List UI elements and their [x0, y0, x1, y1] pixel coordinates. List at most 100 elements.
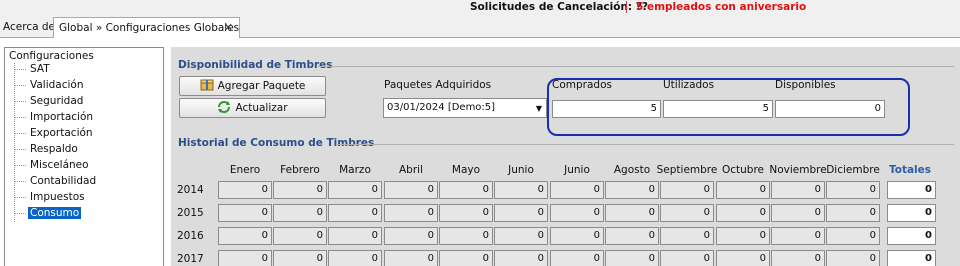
refresh-button[interactable]: Actualizar [179, 98, 326, 118]
month-value-cell: 0 [826, 181, 880, 199]
main-content: Configuraciones SAT Validación Seguridad Im… [0, 38, 960, 266]
tree-item-label: Contabilidad [30, 175, 97, 187]
tree-root[interactable]: Configuraciones [9, 50, 94, 62]
year-label: 2017 [177, 253, 204, 265]
month-value-cell: 0 [660, 204, 714, 222]
cancellation-requests-label[interactable]: Solicitudes de Cancelación: ?? [470, 1, 648, 13]
tree-item-5[interactable]: Respaldo [15, 143, 80, 156]
year-label: 2016 [177, 230, 204, 242]
month-value-cell: 0 [439, 227, 493, 245]
month-value-cell: 0 [218, 204, 272, 222]
tree-item-label: Impuestos [30, 191, 85, 203]
tab-acerca-de[interactable]: Acerca de [3, 21, 55, 33]
month-value-cell: 0 [550, 204, 604, 222]
section-divider [337, 144, 954, 145]
total-cell: 0 [887, 250, 936, 266]
paquetes-label: Paquetes Adquiridos [384, 79, 492, 91]
month-value-cell: 0 [605, 204, 659, 222]
month-header: Diciembre [826, 164, 880, 176]
tree-branch [15, 212, 26, 214]
tree-item-label: Seguridad [30, 95, 84, 107]
month-value-cell: 0 [771, 181, 825, 199]
month-value-cell: 0 [716, 204, 770, 222]
month-value-cell: 0 [494, 250, 548, 266]
tree-item-6[interactable]: Misceláneo [15, 159, 91, 172]
month-value-cell: 0 [494, 181, 548, 199]
tree-branch [15, 68, 26, 70]
settings-panel: Disponibilidad de Timbres Agregar Paquet… [171, 47, 960, 266]
disponibilidad-title: Disponibilidad de Timbres [178, 59, 333, 71]
month-value-cell: 0 [826, 227, 880, 245]
tree-item-0[interactable]: SAT [15, 63, 52, 76]
refresh-icon [217, 101, 231, 113]
tab-strip: Acerca de Global » Configuraciones Globa… [0, 16, 960, 39]
month-value-cell: 0 [771, 204, 825, 222]
anniversary-notice[interactable]: 5 empleados con aniversario [636, 1, 806, 13]
tree-branch [15, 132, 26, 134]
total-cell: 0 [887, 204, 936, 222]
tree-branch [15, 116, 26, 118]
historial-title: Historial de Consumo de Timbres [178, 137, 375, 149]
month-value-cell: 0 [605, 181, 659, 199]
month-value-cell: 0 [218, 250, 272, 266]
month-value-cell: 0 [273, 250, 327, 266]
tree-item-3[interactable]: Importación [15, 111, 95, 124]
month-value-cell: 0 [273, 204, 327, 222]
status-bar: Solicitudes de Cancelación: ?? 5 emplead… [0, 0, 960, 15]
year-label: 2015 [177, 207, 204, 219]
month-value-cell: 0 [439, 204, 493, 222]
section-divider [318, 66, 954, 67]
tree-branch [15, 180, 26, 182]
month-value-cell: 0 [716, 250, 770, 266]
tree-item-label: Exportación [30, 127, 93, 139]
tree-item-label: SAT [30, 63, 50, 75]
month-value-cell: 0 [716, 227, 770, 245]
paquete-select[interactable]: 03/01/2024 [Demo:5] ▼ [383, 98, 547, 118]
tab-configuraciones-globales[interactable]: Global » Configuraciones Globales ✕ [53, 17, 240, 39]
month-value-cell: 0 [384, 204, 438, 222]
month-value-cell: 0 [328, 181, 382, 199]
month-value-cell: 0 [660, 250, 714, 266]
tree-branch [15, 100, 26, 102]
month-value-cell: 0 [384, 227, 438, 245]
tree-item-7[interactable]: Contabilidad [15, 175, 98, 188]
refresh-label: Actualizar [235, 102, 288, 114]
month-value-cell: 0 [218, 181, 272, 199]
total-cell: 0 [887, 181, 936, 199]
availability-highlight [547, 78, 910, 136]
month-value-cell: 0 [328, 250, 382, 266]
total-cell: 0 [887, 227, 936, 245]
month-value-cell: 0 [328, 227, 382, 245]
month-value-cell: 0 [605, 250, 659, 266]
tree-branch [15, 164, 26, 166]
tree-item-label: Importación [30, 111, 94, 123]
month-value-cell: 0 [384, 250, 438, 266]
tree-item-9[interactable]: Consumo [15, 207, 82, 220]
month-value-cell: 0 [771, 227, 825, 245]
settings-tree[interactable]: Configuraciones SAT Validación Seguridad Im… [4, 47, 164, 266]
month-value-cell: 0 [384, 181, 438, 199]
tree-item-label: Respaldo [30, 143, 78, 155]
chevron-down-icon: ▼ [535, 104, 542, 113]
month-value-cell: 0 [660, 181, 714, 199]
tree-item-8[interactable]: Impuestos [15, 191, 87, 204]
month-value-cell: 0 [660, 227, 714, 245]
tab-label: Global » Configuraciones Globales [59, 22, 240, 34]
tree-branch [15, 84, 26, 86]
add-package-label: Agregar Paquete [217, 80, 306, 92]
month-value-cell: 0 [771, 250, 825, 266]
add-package-button[interactable]: Agregar Paquete [179, 76, 326, 96]
month-value-cell: 0 [218, 227, 272, 245]
month-value-cell: 0 [439, 250, 493, 266]
tree-item-1[interactable]: Validación [15, 79, 86, 92]
month-value-cell: 0 [550, 181, 604, 199]
month-value-cell: 0 [273, 227, 327, 245]
totals-header: Totales [888, 164, 932, 176]
month-value-cell: 0 [328, 204, 382, 222]
month-value-cell: 0 [550, 227, 604, 245]
tree-item-4[interactable]: Exportación [15, 127, 95, 140]
close-icon[interactable]: ✕ [224, 21, 233, 34]
tree-item-2[interactable]: Seguridad [15, 95, 85, 108]
month-value-cell: 0 [605, 227, 659, 245]
tree-branch [15, 196, 26, 198]
